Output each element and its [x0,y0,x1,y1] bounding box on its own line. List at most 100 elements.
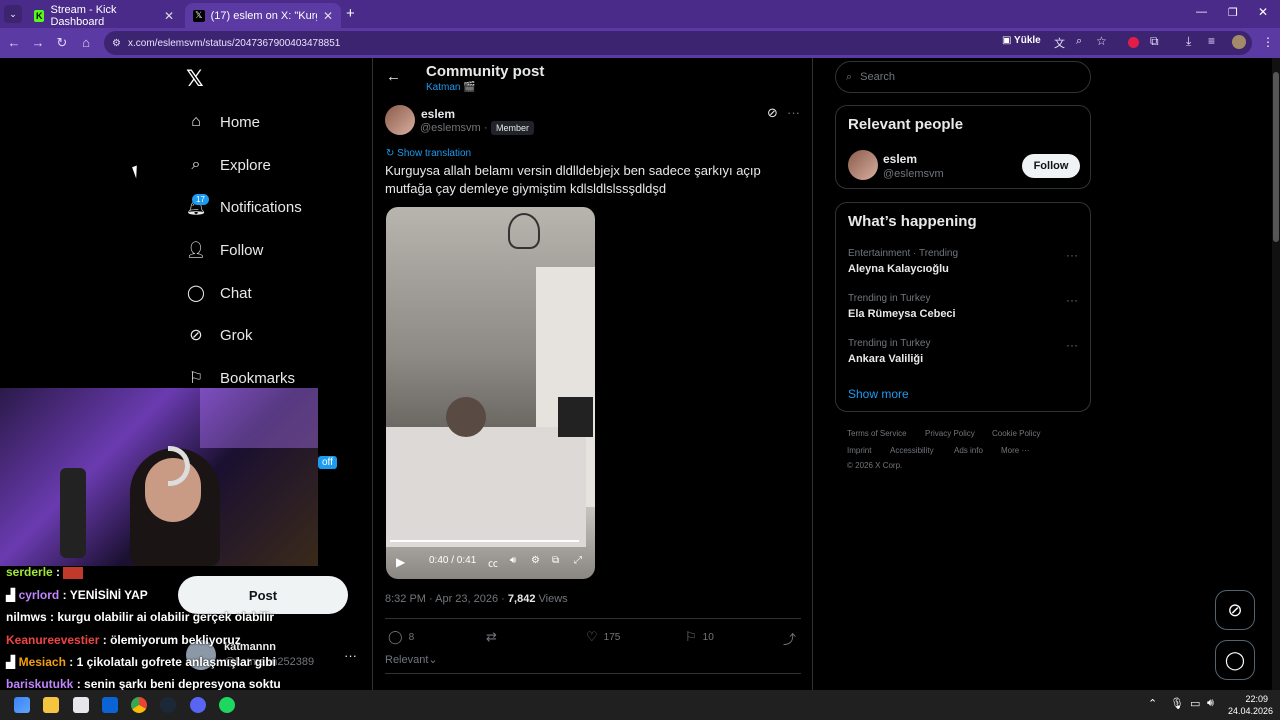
new-tab-button[interactable]: + [346,5,355,22]
badge-icon: ▟ [6,655,16,669]
show-translation-label: Show translation [397,148,472,159]
like-button[interactable]: ♡ 175 [586,629,620,645]
post-timestamp[interactable]: 8:32 PM · Apr 23, 2026 · [385,593,508,605]
forward-icon[interactable]: → [26,35,50,50]
star-icon[interactable]: ☆ [1096,34,1107,48]
back-icon[interactable]: ← [2,35,26,50]
maximize-button[interactable]: ❐ [1228,6,1238,19]
grok-fab[interactable]: ⊘ [1215,590,1255,630]
more-icon[interactable]: ··· [1066,338,1078,352]
video-progress-bar[interactable] [390,540,580,542]
show-translation-link[interactable]: ↻ Show translation [386,148,471,159]
system-clock[interactable]: 22:09 24.04.2026 [1228,693,1273,717]
captions-icon[interactable]: ㏄ [488,555,498,570]
nav-label: Grok [220,326,253,344]
trend-item[interactable]: Trending in Turkey Ankara Valiliği ··· [836,333,1090,373]
zoom-icon[interactable]: ⌕ [1076,35,1082,48]
share-button[interactable]: ⤴ [783,629,796,648]
site-info-icon[interactable]: ⚙ [112,38,121,49]
footer-link[interactable]: Terms of Service [847,429,907,438]
chrome-icon[interactable] [131,697,147,713]
x-icon: 𝕏 [193,9,205,22]
microphone-icon[interactable]: 🎙︎ [1170,697,1184,710]
more-icon[interactable]: ··· [1066,293,1078,307]
footer-link[interactable]: Ads info [954,446,983,455]
scrollbar-thumb[interactable] [1273,72,1279,242]
spotify-icon[interactable] [219,697,235,713]
upload-button[interactable]: ▣ Yükle [1002,35,1041,46]
close-window-button[interactable]: ✕ [1258,5,1268,19]
clock-time: 22:09 [1245,694,1268,704]
close-icon[interactable]: ✕ [164,9,174,23]
browser-tab-x[interactable]: 𝕏 (17) eslem on X: "Kurguysa allah ✕ [185,3,341,28]
volume-icon[interactable]: 🔊︎ [1207,697,1214,710]
outlook-icon[interactable] [102,697,118,713]
steam-icon[interactable] [160,697,176,713]
close-icon[interactable]: ✕ [323,9,333,23]
nav-item-explore[interactable]: ⌕ Explore [186,155,271,175]
translate-icon[interactable]: 文 [1054,35,1065,51]
author-name[interactable]: eslem [421,107,455,121]
display-icon[interactable]: ▭ [1190,697,1200,710]
address-bar[interactable]: ⚙ x.com/eslemsvm/status/2047367900403478… [104,31,1252,55]
home-icon[interactable]: ⌂ [74,35,98,50]
fullscreen-icon[interactable]: ⤢ [574,555,582,566]
nav-label: Notifications [220,198,302,216]
bookmark-button[interactable]: ⚐ 10 [685,629,714,645]
discord-icon[interactable] [190,697,206,713]
person-name[interactable]: eslem [883,152,917,166]
more-icon[interactable]: ··· [1066,248,1078,262]
file-explorer-icon[interactable] [43,697,59,713]
footer-link[interactable]: Imprint [847,446,871,455]
messages-fab[interactable]: ◯ [1215,640,1255,680]
nav-item-follow[interactable]: 👤︎ Follow [186,240,264,260]
person-handle[interactable]: @eslemsvm [883,168,944,180]
nav-item-chat[interactable]: ◯ Chat [186,283,252,303]
reply-button[interactable]: ◯ 8 [388,629,414,645]
nav-item-grok[interactable]: ⊘ Grok [186,325,253,345]
more-icon[interactable]: ··· [787,105,800,120]
nav-item-home[interactable]: ⌂ Home [186,112,260,132]
extensions-icon[interactable]: ⧉ [1150,34,1159,49]
download-icon[interactable]: ⤓ [1186,34,1191,49]
search-input[interactable]: ⌕ Search [835,61,1091,93]
footer-link[interactable]: Privacy Policy [925,429,975,438]
grok-icon[interactable]: ⊘ [767,105,778,121]
nav-item-bookmarks[interactable]: ⚐ Bookmarks [186,368,295,388]
menu-icon[interactable]: ⋮ [1262,35,1274,49]
windows-start-icon[interactable] [14,697,30,713]
tray-chevron-icon[interactable]: ⌃ [1148,697,1157,710]
reading-list-icon[interactable]: ≡ [1208,34,1215,48]
footer-link[interactable]: More ··· [1001,446,1029,455]
x-logo[interactable]: 𝕏 [186,66,204,92]
settings-icon[interactable]: ⚙ [531,555,540,566]
reply-sort-dropdown[interactable]: Relevant⌄ [385,653,438,666]
volume-icon[interactable]: 🔊︎ [510,555,516,566]
popout-icon[interactable]: ⧉ [552,555,559,566]
minimize-button[interactable]: — [1196,6,1207,18]
video-player[interactable]: ▶ 0:40 / 0:41 ㏄ 🔊︎ ⚙ ⧉ ⤢ [386,207,595,579]
reload-icon[interactable]: ↻ [50,35,74,51]
trend-item[interactable]: Entertainment · Trending Aleyna Kalaycıo… [836,243,1090,283]
bed [386,427,586,547]
browser-tab-kick[interactable]: K Stream - Kick Dashboard ✕ [26,3,182,28]
play-icon[interactable]: ▶ [396,555,405,569]
extension-record-icon[interactable] [1128,37,1139,48]
post-button[interactable]: Post [178,576,348,614]
profile-avatar[interactable] [1232,35,1246,49]
footer-link[interactable]: Cookie Policy [992,429,1040,438]
follow-button[interactable]: Follow [1022,154,1080,178]
back-arrow-icon[interactable]: ← [386,68,401,85]
more-icon[interactable]: ··· [344,648,357,663]
show-more-link[interactable]: Show more [848,387,909,401]
footer-link[interactable]: Accessibility [890,446,934,455]
tab-search-dropdown-icon[interactable]: ⌄ [4,5,22,23]
trend-item[interactable]: Trending in Turkey Ela Rümeysa Cebeci ··… [836,288,1090,328]
calculator-icon[interactable] [73,697,89,713]
person-avatar[interactable] [848,150,878,180]
author-handle[interactable]: @eslemsvm [420,122,481,134]
repost-button[interactable]: ⇄ [486,629,503,645]
author-avatar[interactable] [385,105,415,135]
community-link[interactable]: Katman 🎬 [426,82,476,93]
grok-icon: ⊘ [1227,599,1243,620]
